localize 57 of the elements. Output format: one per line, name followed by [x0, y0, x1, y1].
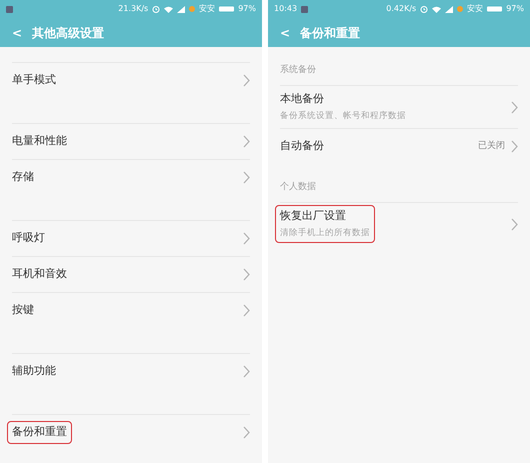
settings-row[interactable]: 自动备份 已关闭 [280, 128, 518, 164]
item-label: 按键 [12, 302, 34, 318]
settings-row[interactable]: 单手模式 [12, 62, 250, 98]
chevron-right-icon [243, 365, 250, 378]
chevron-right-icon [243, 135, 250, 148]
app-dot-icon [189, 6, 196, 12]
item-value: 已关闭 [478, 140, 505, 153]
item-label: 电量和性能 [12, 133, 67, 150]
item-label: 恢复出厂设置 [280, 208, 346, 224]
signal-icon [445, 6, 454, 12]
chevron-right-icon [243, 268, 250, 281]
settings-row[interactable]: 呼吸灯 [12, 220, 250, 256]
carrier-label: 安安 [467, 3, 484, 15]
wifi-icon [164, 6, 174, 12]
status-time: 10:43 [274, 3, 298, 15]
settings-row[interactable]: 耳机和音效 [12, 256, 250, 292]
section-header: 个人数据 [280, 180, 317, 194]
battery-percent: 97% [238, 3, 256, 15]
settings-row[interactable]: 电量和性能 [12, 123, 250, 159]
settings-row[interactable]: 辅助功能 [12, 353, 250, 389]
item-label: 耳机和音效 [12, 266, 67, 282]
chevron-right-icon [511, 218, 518, 230]
alarm-icon [420, 5, 428, 13]
item-label: 自动备份 [280, 138, 324, 154]
screen-title: 其他高级设置 [32, 24, 104, 42]
screen-title: 备份和重置 [300, 24, 360, 42]
chevron-right-icon [243, 171, 250, 184]
settings-row[interactable]: 恢复出厂设置 清除手机上的所有数据 [280, 202, 518, 245]
settings-row[interactable]: 存储 [12, 159, 250, 195]
settings-row[interactable]: 按键 [12, 292, 250, 328]
item-label: 存储 [12, 169, 34, 186]
item-label: 呼吸灯 [12, 230, 45, 246]
battery-icon [487, 6, 502, 12]
chevron-right-icon [511, 100, 518, 114]
chevron-right-icon [243, 426, 250, 439]
carrier-label: 安安 [199, 3, 216, 15]
signal-icon [177, 6, 186, 12]
item-label: 辅助功能 [12, 363, 56, 380]
battery-percent: 97% [506, 3, 524, 15]
item-subtitle: 备份系统设置、帐号和程序数据 [280, 110, 406, 123]
app-dot-icon [457, 6, 464, 12]
chevron-right-icon [243, 304, 250, 317]
item-label: 单手模式 [12, 72, 56, 88]
settings-row[interactable]: 本地备份 备份系统设置、帐号和程序数据 [280, 85, 518, 128]
wifi-icon [432, 6, 442, 12]
chevron-right-icon [243, 74, 250, 87]
settings-row[interactable]: 备份和重置 [12, 414, 250, 450]
chevron-right-icon [511, 140, 518, 153]
item-label: 备份和重置 [12, 424, 67, 440]
item-label: 本地备份 [280, 91, 324, 108]
item-subtitle: 清除手机上的所有数据 [280, 226, 370, 240]
alarm-icon [152, 5, 160, 13]
section-header: 系统备份 [280, 64, 317, 78]
chevron-right-icon [243, 232, 250, 245]
network-speed: 0.42K/s [386, 3, 416, 15]
network-speed: 21.3K/s [118, 3, 148, 15]
battery-icon [219, 6, 234, 12]
